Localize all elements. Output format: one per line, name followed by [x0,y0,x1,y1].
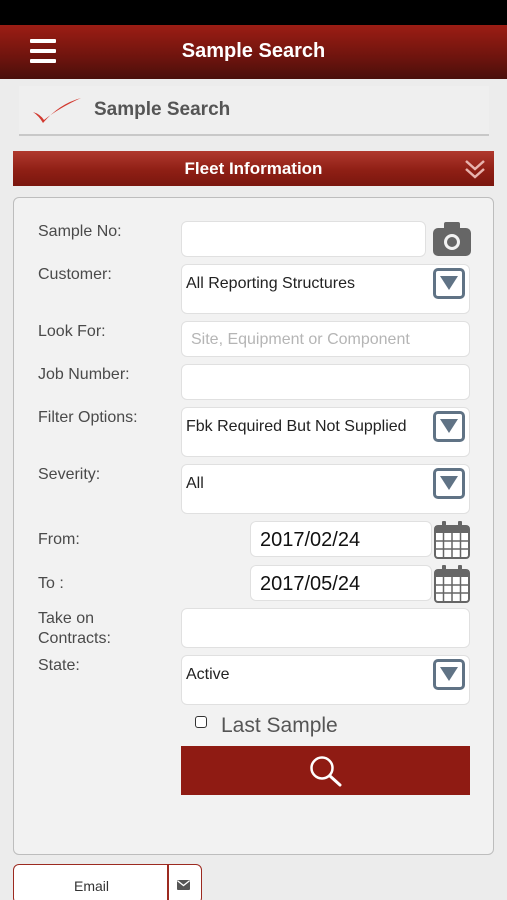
state-value: Active [186,666,230,683]
filter-options-dropdown-button[interactable] [433,411,465,442]
customer-dropdown[interactable]: All Reporting Structures [181,264,470,314]
navigation-bar: Sample Search [0,25,507,79]
severity-dropdown-button[interactable] [433,468,465,499]
double-chevron-down-icon[interactable] [464,158,486,180]
page-header: Sample Search [19,86,489,136]
sample-no-input[interactable] [181,221,426,257]
nav-title: Sample Search [181,40,326,62]
magnifier-icon [310,756,342,787]
camera-icon[interactable] [432,221,472,257]
to-label: To : [38,575,64,592]
from-label: From: [38,531,80,548]
severity-label: Severity: [38,466,101,483]
job-number-input[interactable] [181,364,470,400]
look-for-placeholder: Site, Equipment or Component [191,331,410,348]
take-on-contracts-input[interactable] [181,608,470,648]
from-date-input[interactable]: 2017/02/24 [250,521,432,557]
from-date-value: 2017/02/24 [260,529,361,551]
look-for-label: Look For: [38,323,106,340]
calendar-icon[interactable] [434,565,470,603]
customer-dropdown-button[interactable] [433,268,465,299]
section-title: Fleet Information [184,159,323,178]
job-number-label: Job Number: [38,366,130,383]
triangle-down-icon [440,419,458,433]
calendar-icon[interactable] [434,521,470,559]
state-label: State: [38,657,80,674]
take-on-contracts-label: Take on Contracts: [38,610,111,647]
to-date-input[interactable]: 2017/05/24 [250,565,432,601]
filter-options-label: Filter Options: [38,409,138,426]
status-bar [0,0,507,25]
severity-dropdown[interactable]: All [181,464,470,514]
customer-value: All Reporting Structures [186,275,355,292]
email-button[interactable]: Email [13,864,202,900]
search-button[interactable] [181,746,470,795]
last-sample-checkbox[interactable] [195,716,207,728]
customer-label: Customer: [38,266,112,283]
checkmark-logo-icon [33,98,81,123]
filter-options-dropdown[interactable]: Fbk Required But Not Supplied [181,407,470,457]
triangle-down-icon [440,276,458,290]
divider [167,865,169,900]
email-label: Email [73,878,109,894]
triangle-down-icon [440,476,458,490]
look-for-input[interactable]: Site, Equipment or Component [181,321,470,357]
last-sample-label: Last Sample [221,714,338,737]
state-dropdown-button[interactable] [433,659,465,690]
to-date-value: 2017/05/24 [260,573,361,595]
sample-no-label: Sample No: [38,223,122,240]
fleet-information-section-header[interactable]: Fleet Information [13,151,494,186]
page-title: Sample Search [94,99,231,120]
state-dropdown[interactable]: Active [181,655,470,705]
severity-value: All [186,475,204,492]
envelope-icon [177,880,190,890]
filter-options-value: Fbk Required But Not Supplied [186,418,407,435]
triangle-down-icon [440,667,458,681]
